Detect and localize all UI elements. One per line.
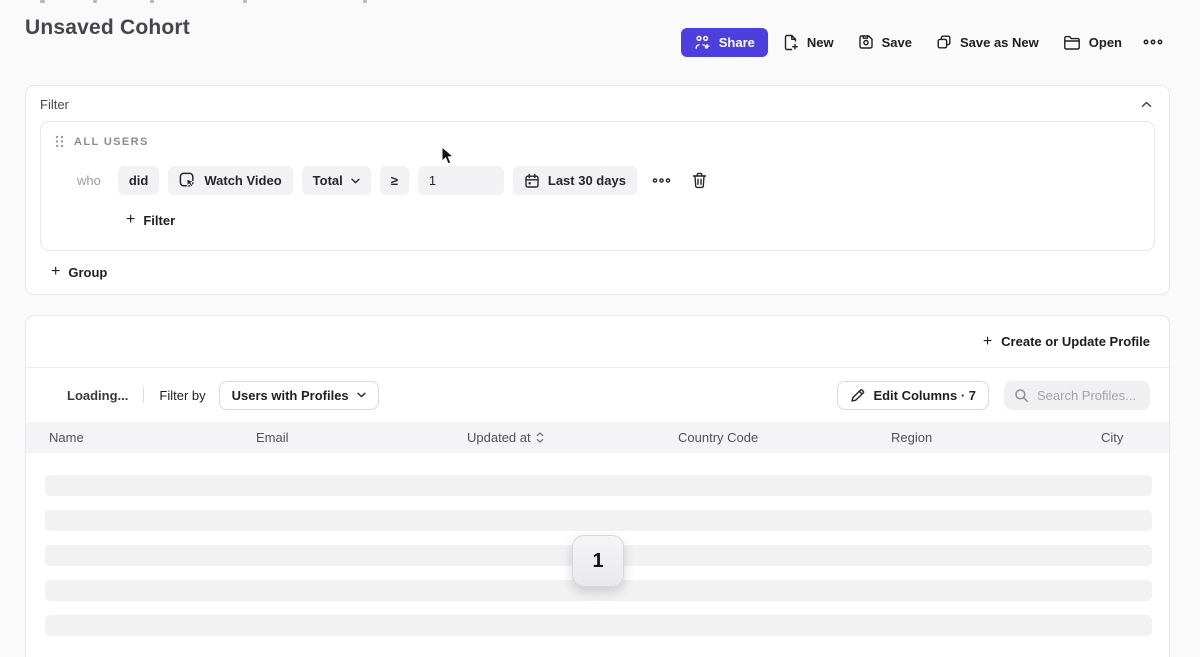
filter-panel-header: Filter [26,86,1169,121]
search-icon [1014,388,1029,403]
create-or-update-profile-label: Create or Update Profile [1001,334,1150,349]
filter-group: ALL USERS who did Watch Video Total ≥ [40,121,1155,251]
more-dots-icon [1143,38,1163,46]
table-row-skeleton [45,475,1152,496]
profiles-toolbar-right: Edit Columns · 7 [837,381,1150,410]
copy-icon [936,34,952,50]
save-as-new-button-label: Save as New [960,35,1039,50]
add-filter-label: Filter [143,213,175,228]
aggregation-label: Total [313,173,343,188]
save-icon [858,34,874,50]
column-header-region[interactable]: Region [891,422,932,453]
column-header-country-code[interactable]: Country Code [678,422,758,453]
filter-by-label: Filter by [159,388,205,403]
column-header-name[interactable]: Name [49,422,84,453]
did-selector[interactable]: did [118,166,160,195]
column-header-city[interactable]: City [1101,422,1123,453]
filter-clause-row: who did Watch Video Total ≥ [53,166,1142,195]
table-header-row: Name Email Updated at Country Code Regio… [26,422,1169,453]
edit-columns-label: Edit Columns · 7 [873,388,976,403]
share-users-icon [694,35,711,50]
trash-icon [692,172,707,189]
create-or-update-profile-button[interactable]: + Create or Update Profile [983,334,1150,350]
more-dots-icon [652,177,671,184]
date-range-label: Last 30 days [548,173,626,188]
pencil-icon [850,388,865,403]
page-number-badge: 1 [572,535,624,587]
operator-label: ≥ [391,173,398,188]
event-label: Watch Video [204,173,281,188]
chevron-up-icon [1141,101,1152,108]
profiles-panel: + Create or Update Profile Loading... Fi… [25,315,1170,657]
filter-group-header: ALL USERS [53,134,1142,149]
operator-selector[interactable]: ≥ [380,166,409,195]
new-button-label: New [807,35,834,50]
add-filter-button[interactable]: + Filter [126,212,175,228]
save-as-new-button[interactable]: Save as New [927,28,1048,57]
plus-icon: + [51,264,60,280]
drag-handle-icon[interactable] [54,134,65,149]
search-profiles-input[interactable] [1037,388,1140,403]
plus-icon: + [126,212,135,228]
new-file-icon [783,34,799,51]
save-button[interactable]: Save [849,28,921,57]
page-number: 1 [592,550,603,573]
open-button-label: Open [1089,35,1122,50]
table-row-skeleton [45,615,1152,636]
delete-clause-button[interactable] [686,168,713,193]
event-icon [179,172,196,189]
profiles-panel-header: + Create or Update Profile [26,316,1169,368]
edit-columns-button[interactable]: Edit Columns · 7 [837,381,989,410]
filter-panel: Filter ALL USERS who did Watch Video [25,85,1170,295]
cohort-builder-app: Unsaved Cohort Share New Save Save as Ne… [0,0,1200,657]
chevron-down-icon [351,178,360,184]
page-title[interactable]: Unsaved Cohort [25,16,190,40]
folder-icon [1063,35,1081,50]
search-profiles-box [1004,381,1150,410]
column-header-email[interactable]: Email [256,422,289,453]
column-header-updated-at[interactable]: Updated at [467,422,544,453]
loading-status: Loading... [67,388,128,403]
group-label: ALL USERS [74,136,149,148]
add-group-button[interactable]: + Group [51,264,107,280]
new-button[interactable]: New [774,28,843,57]
event-selector[interactable]: Watch Video [168,166,292,195]
threshold-input[interactable] [418,166,504,195]
profiles-filter-value: Users with Profiles [232,388,349,403]
did-label: did [129,173,149,188]
sort-icon [536,432,544,443]
profiles-filter-dropdown[interactable]: Users with Profiles [219,381,379,410]
filter-panel-title: Filter [40,97,69,112]
plus-icon: + [983,334,992,350]
divider [143,387,144,403]
share-button[interactable]: Share [681,28,768,57]
clause-more-button[interactable] [646,173,677,188]
save-button-label: Save [882,35,912,50]
profiles-toolbar: Loading... Filter by Users with Profiles… [26,368,1169,422]
date-range-selector[interactable]: Last 30 days [513,166,637,195]
chevron-down-icon [357,392,366,398]
share-button-label: Share [719,35,755,50]
aggregation-selector[interactable]: Total [302,166,371,195]
add-group-label: Group [68,265,107,280]
top-action-toolbar: Share New Save Save as New Open [681,27,1169,57]
table-row-skeleton [45,510,1152,531]
who-label: who [77,173,101,188]
calendar-icon [524,173,540,189]
more-options-button[interactable] [1137,28,1169,57]
collapse-filter-panel-button[interactable] [1139,99,1154,110]
open-button[interactable]: Open [1054,28,1131,57]
